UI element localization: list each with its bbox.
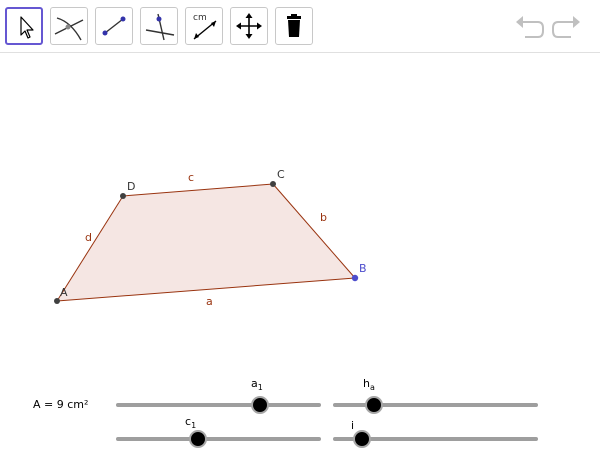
graphics-canvas[interactable]: a b c d A B C D: [0, 53, 600, 450]
trash-icon: [287, 14, 301, 37]
intersect-icon: [54, 17, 84, 41]
point-label-a: A: [60, 286, 68, 299]
segment-length-tool-button[interactable]: cm: [185, 7, 223, 45]
move-tool-button[interactable]: [5, 7, 43, 45]
point-c[interactable]: [270, 181, 276, 187]
redo-icon[interactable]: [551, 14, 583, 40]
area-readout: A = 9 cm²: [33, 398, 89, 411]
slider-label-c1: c1: [185, 415, 197, 431]
cursor-arrow-icon: [20, 16, 34, 39]
perpendicular-tool-button[interactable]: [140, 7, 178, 45]
perpendicular-line-icon: [145, 13, 175, 41]
move-graphics-tool-button[interactable]: [230, 7, 268, 45]
side-label-a: a: [206, 295, 213, 308]
side-label-c: c: [188, 171, 194, 184]
delete-tool-button[interactable]: [275, 7, 313, 45]
point-d[interactable]: [120, 193, 126, 199]
length-arrow-icon: [193, 20, 217, 40]
point-label-c: C: [277, 168, 285, 181]
move-arrows-icon: [236, 13, 262, 39]
quadrilateral-polygon[interactable]: [57, 184, 355, 301]
side-label-d: d: [85, 231, 92, 244]
slider-label-ha: ha: [363, 377, 375, 393]
slider-label-i: i: [351, 419, 355, 432]
slider-track-ha[interactable]: [333, 403, 538, 407]
slider-knob-ha[interactable]: [365, 396, 383, 414]
slider-knob-i[interactable]: [352, 430, 371, 448]
intersect-tool-button[interactable]: [50, 7, 88, 45]
segment-icon: [102, 16, 126, 36]
undo-icon[interactable]: [513, 14, 545, 40]
toolbar: cm: [0, 0, 600, 53]
segment-tool-button[interactable]: [95, 7, 133, 45]
point-b[interactable]: [351, 274, 359, 282]
slider-label-a1: a1: [251, 377, 263, 393]
slider-knob-c1[interactable]: [189, 430, 207, 448]
slider-track-a1[interactable]: [116, 403, 321, 407]
side-label-b: b: [320, 211, 327, 224]
point-label-b: B: [359, 262, 367, 275]
slider-knob-a1[interactable]: [250, 396, 269, 414]
slider-track-c1[interactable]: [116, 437, 321, 441]
point-label-d: D: [127, 180, 135, 193]
